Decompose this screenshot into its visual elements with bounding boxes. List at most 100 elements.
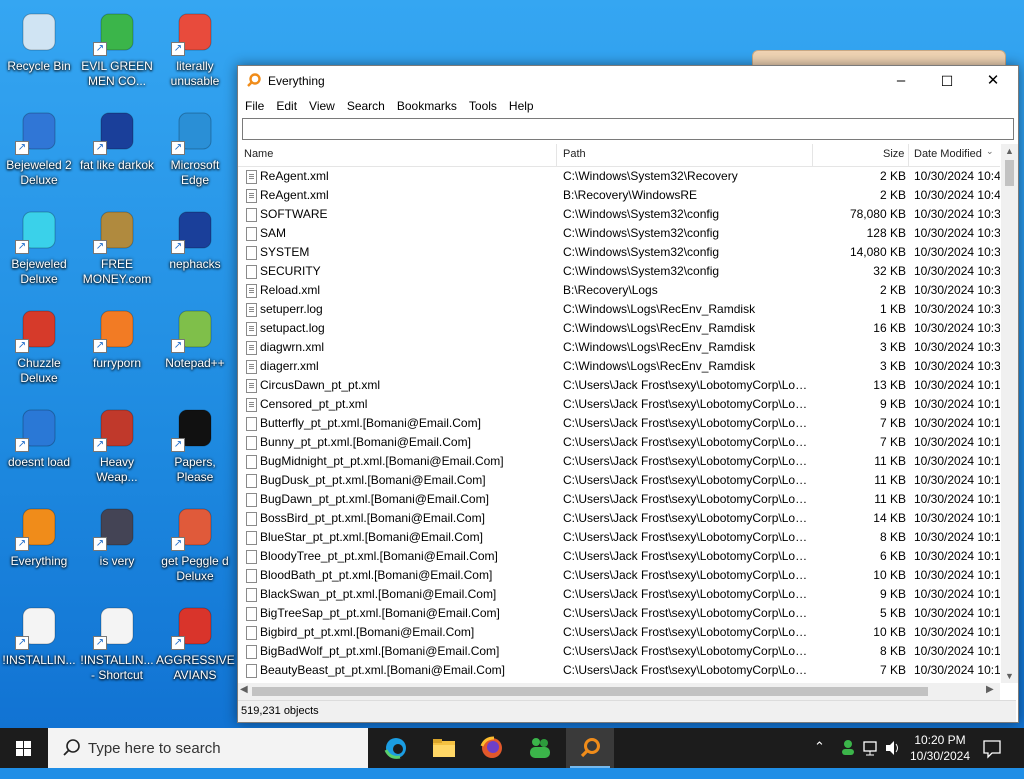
file-size: 32 KB [873, 264, 906, 278]
desktop-icon[interactable]: ↗ Bejeweled 2 Deluxe [0, 105, 78, 188]
file-size: 3 KB [879, 340, 906, 354]
scroll-right-icon[interactable]: ▶ [986, 684, 994, 695]
menu-search[interactable]: Search [340, 96, 390, 113]
desktop-icon[interactable]: ↗ Microsoft Edge [156, 105, 234, 188]
close-button[interactable]: ✕ [970, 66, 1016, 96]
notification-icon[interactable] [980, 728, 1004, 768]
system-clock[interactable]: 10:20 PM 10/30/2024 [904, 732, 976, 764]
desktop-icon[interactable]: ↗ Heavy Weap... [78, 402, 156, 485]
table-row[interactable]: BugMidnight_pt_pt.xml.[Bomani@Email.Com]… [238, 452, 1000, 471]
file-icon [246, 626, 257, 640]
scroll-left-icon[interactable]: ◀ [240, 684, 248, 695]
search-input[interactable] [243, 119, 1011, 137]
horizontal-scrollbar[interactable]: ◀ ▶ [238, 683, 1000, 700]
taskbar-search[interactable]: Type here to search [48, 728, 368, 768]
taskbar-firefox[interactable] [468, 728, 516, 768]
table-row[interactable]: BigTreeSap_pt_pt.xml.[Bomani@Email.Com] C… [238, 604, 1000, 623]
table-row[interactable]: diagwrn.xml C:\Windows\Logs\RecEnv_Ramdis… [238, 338, 1000, 357]
desktop-icon-label: get Peggle d Deluxe [161, 554, 229, 583]
title-bar[interactable]: Everything – ☐ ✕ [238, 66, 1018, 96]
file-name: BlueStar_pt_pt.xml.[Bomani@Email.Com] [260, 530, 483, 544]
desktop-icon[interactable]: ↗ !INSTALLIN... [0, 600, 78, 668]
column-divider[interactable] [812, 144, 813, 166]
scroll-down-icon[interactable]: ▼ [1001, 671, 1018, 681]
menu-view[interactable]: View [302, 96, 340, 113]
desktop-icon[interactable]: Recycle Bin [0, 6, 78, 74]
taskbar-edge[interactable] [372, 728, 420, 768]
volume-icon[interactable] [883, 728, 903, 768]
desktop-icon-label: doesnt load [7, 455, 71, 469]
desktop-icon[interactable]: ↗ AGGRESSIVE AVIANS [156, 600, 235, 683]
desktop-icon[interactable]: ↗ FREE MONEY.com [78, 204, 156, 287]
table-row[interactable]: BlueStar_pt_pt.xml.[Bomani@Email.Com] C:\… [238, 528, 1000, 547]
desktop-icon[interactable]: ↗ doesnt load [0, 402, 78, 470]
table-row[interactable]: setupact.log C:\Windows\Logs\RecEnv_Ramdi… [238, 319, 1000, 338]
desktop-icon[interactable]: ↗ furryporn [78, 303, 156, 371]
network-icon[interactable] [861, 728, 881, 768]
menu-bookmarks[interactable]: Bookmarks [390, 96, 462, 113]
table-row[interactable]: setuperr.log C:\Windows\Logs\RecEnv_Ramdi… [238, 300, 1000, 319]
column-date-modified[interactable]: Date Modified [914, 148, 982, 160]
table-row[interactable]: BugDusk_pt_pt.xml.[Bomani@Email.Com] C:\U… [238, 471, 1000, 490]
desktop-icon[interactable]: ↗ literally unusable [156, 6, 234, 89]
table-row[interactable]: SYSTEM C:\Windows\System32\config 14,080 K… [238, 243, 1000, 262]
desktop-icon[interactable]: ↗ get Peggle d Deluxe [156, 501, 234, 584]
table-row[interactable]: BlackSwan_pt_pt.xml.[Bomani@Email.Com] C:… [238, 585, 1000, 604]
show-hidden-icons-chevron-icon[interactable]: ⌃ [814, 739, 825, 779]
desktop-icon-image: ↗ [171, 404, 219, 452]
horizontal-scrollbar-thumb[interactable] [252, 687, 928, 696]
table-row[interactable]: Butterfly_pt_pt.xml.[Bomani@Email.Com] C:… [238, 414, 1000, 433]
table-row[interactable]: ReAgent.xml B:\Recovery\WindowsRE 2 KB 10/3… [238, 186, 1000, 205]
desktop-icon[interactable]: ↗ Papers, Please [156, 402, 234, 485]
menu-file[interactable]: File [238, 96, 269, 113]
start-button[interactable] [0, 728, 48, 768]
people-tray-icon[interactable] [838, 728, 858, 768]
file-icon [246, 170, 257, 184]
table-row[interactable]: Reload.xml B:\Recovery\Logs 2 KB 10/30/2024… [238, 281, 1000, 300]
desktop-icon[interactable]: ↗ EVIL GREEN MEN CO... [78, 6, 156, 89]
shortcut-arrow-icon: ↗ [171, 636, 185, 650]
column-path[interactable]: Path [563, 148, 586, 160]
desktop-icon-label: fat like darkok [79, 158, 155, 172]
desktop-icon-image: ↗ [93, 602, 141, 650]
column-size[interactable]: Size [883, 148, 904, 160]
menu-tools[interactable]: Tools [462, 96, 502, 113]
table-row[interactable]: SECURITY C:\Windows\System32\config 32 KB 1… [238, 262, 1000, 281]
table-row[interactable]: BossBird_pt_pt.xml.[Bomani@Email.Com] C:\… [238, 509, 1000, 528]
table-row[interactable]: BigBadWolf_pt_pt.xml.[Bomani@Email.Com] C… [238, 642, 1000, 661]
scroll-up-icon[interactable]: ▲ [1001, 146, 1018, 156]
table-row[interactable]: Bunny_pt_pt.xml.[Bomani@Email.Com] C:\Use… [238, 433, 1000, 452]
column-divider[interactable] [908, 144, 909, 166]
desktop-icon[interactable]: ↗ Everything [0, 501, 78, 569]
desktop-icon[interactable]: ↗ Bejeweled Deluxe [0, 204, 78, 287]
table-row[interactable]: CircusDawn_pt_pt.xml C:\Users\Jack Frost\… [238, 376, 1000, 395]
table-row[interactable]: BloodyTree_pt_pt.xml.[Bomani@Email.Com] C… [238, 547, 1000, 566]
table-row[interactable]: BloodBath_pt_pt.xml.[Bomani@Email.Com] C:… [238, 566, 1000, 585]
search-box[interactable] [242, 118, 1014, 140]
column-name[interactable]: Name [244, 148, 273, 160]
table-row[interactable]: BugDawn_pt_pt.xml.[Bomani@Email.Com] C:\U… [238, 490, 1000, 509]
desktop-icon[interactable]: ↗ is very [78, 501, 156, 569]
desktop-icon[interactable]: ↗ fat like darkok [78, 105, 156, 173]
taskbar-file-explorer[interactable] [420, 728, 468, 768]
table-row[interactable]: diagerr.xml C:\Windows\Logs\RecEnv_Ramdis… [238, 357, 1000, 376]
desktop-icon[interactable]: ↗ Chuzzle Deluxe [0, 303, 78, 386]
desktop-icon[interactable]: ↗ Notepad++ [156, 303, 234, 371]
table-row[interactable]: Bigbird_pt_pt.xml.[Bomani@Email.Com] C:\U… [238, 623, 1000, 642]
taskbar-green-men[interactable] [516, 728, 564, 768]
taskbar-everything[interactable] [566, 728, 614, 768]
table-row[interactable]: Censored_pt_pt.xml C:\Users\Jack Frost\se… [238, 395, 1000, 414]
desktop-icon[interactable]: ↗ !INSTALLIN... - Shortcut [78, 600, 156, 683]
maximize-button[interactable]: ☐ [924, 66, 970, 96]
menu-help[interactable]: Help [502, 96, 539, 113]
column-divider[interactable] [556, 144, 557, 166]
table-row[interactable]: SOFTWARE C:\Windows\System32\config 78,080… [238, 205, 1000, 224]
minimize-button[interactable]: – [878, 66, 924, 96]
table-row[interactable]: SAM C:\Windows\System32\config 128 KB 10/30… [238, 224, 1000, 243]
menu-edit[interactable]: Edit [269, 96, 302, 113]
table-row[interactable]: ReAgent.xml C:\Windows\System32\Recovery 2… [238, 167, 1000, 186]
table-row[interactable]: BeautyBeast_pt_pt.xml.[Bomani@Email.Com]… [238, 661, 1000, 680]
scrollbar-thumb[interactable] [1005, 160, 1014, 186]
vertical-scrollbar[interactable]: ▲ ▼ [1001, 144, 1018, 683]
desktop-icon[interactable]: ↗ nephacks [156, 204, 234, 272]
